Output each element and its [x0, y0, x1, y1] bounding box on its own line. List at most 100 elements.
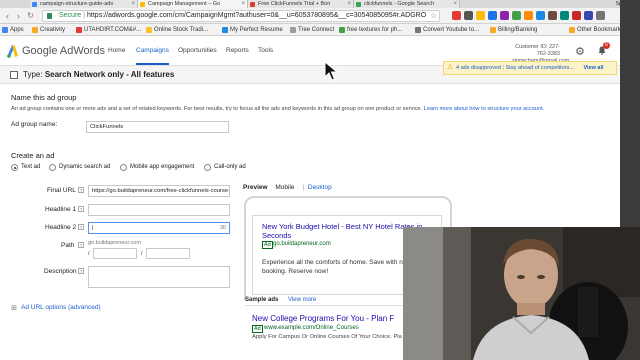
bookmark-star-icon[interactable]: ☆ — [430, 11, 437, 20]
bookmark-apps[interactable]: Apps — [2, 24, 24, 36]
type-collapse-icon[interactable] — [10, 71, 18, 79]
extension-icon[interactable] — [488, 11, 497, 20]
adwords-logo-icon[interactable] — [6, 44, 19, 58]
preview-label: Preview — [243, 184, 268, 191]
bookmark-label: Other Bookmarks — [577, 27, 624, 33]
bookmark-item[interactable]: free textures for ph... — [339, 24, 402, 36]
bookmark-item[interactable]: Other Bookmarks — [569, 24, 624, 36]
extension-icon[interactable] — [584, 11, 593, 20]
radio-mobile-app-engagement[interactable] — [120, 164, 127, 171]
bookmark-label: Convert Youtube to... — [423, 27, 480, 33]
bookmark-item[interactable]: Billing/Banking — [490, 24, 537, 36]
radio-dynamic-search-ad[interactable] — [49, 164, 56, 171]
alert-link[interactable]: Stay ahead of competitors... — [505, 65, 573, 71]
bookmark-item[interactable]: Convert Youtube to... — [415, 24, 479, 36]
tab-favicon-icon — [140, 1, 145, 7]
final-url-input[interactable]: https://go.buildapreneur.com/free-clickf… — [88, 185, 230, 197]
help-icon[interactable]: ? — [78, 187, 84, 193]
tab-favicon-icon — [32, 1, 37, 7]
sample-ad-body: Apply For Campus Or Online Courses Of Yo… — [252, 334, 402, 340]
bookmark-favicon-icon — [415, 27, 421, 33]
alert-text[interactable]: 4 ads disapproved — [456, 65, 501, 71]
extension-icon[interactable] — [452, 11, 461, 20]
bookmark-item[interactable]: UTAHDIRT.COM&#... — [76, 24, 141, 36]
ad-group-name-input[interactable]: ClickFunnels — [86, 121, 229, 133]
browser-tab[interactable]: clickfunnels - Google Search × — [354, 0, 460, 8]
url-field[interactable]: Secure | https://adwords.google.com/cm/Cam… — [42, 10, 440, 22]
nav-reports[interactable]: Reports — [226, 47, 249, 54]
close-tab-icon[interactable]: × — [131, 0, 135, 8]
ad-headline-line: Seconds — [262, 231, 292, 240]
help-icon[interactable]: ? — [78, 242, 84, 248]
structure-account-link[interactable]: Learn more about how to structure your a… — [424, 106, 545, 112]
headline-2-input[interactable]: | 30 — [88, 222, 230, 234]
tab-desktop[interactable]: Desktop — [308, 184, 332, 191]
bookmark-item[interactable]: Online Stock Tradi... — [146, 24, 208, 36]
headline-1-input[interactable] — [88, 204, 230, 216]
path-2-input[interactable] — [146, 248, 190, 259]
browser-tab[interactable]: campaign-structure-guide-ads × — [30, 0, 138, 8]
bookmark-item[interactable]: My Perfect Resume — [222, 24, 283, 36]
radio-call-only-ad[interactable] — [204, 164, 211, 171]
bookmark-label: UTAHDIRT.COM&#... — [84, 27, 142, 33]
tab-separator: | — [302, 184, 305, 191]
webcam-person-image — [403, 227, 640, 360]
ad-url-options-link[interactable]: Ad URL options (advanced) — [21, 304, 101, 311]
bookmark-item[interactable]: Creativity — [32, 24, 65, 36]
reload-icon[interactable]: ↻ — [26, 11, 35, 21]
ad-group-description-text: An ad group contains one or more ads and… — [11, 106, 423, 112]
forward-arrow-icon[interactable]: › — [14, 11, 23, 21]
browser-tab[interactable]: Free ClickFunnels Trial + Bon × — [248, 0, 354, 8]
create-ad-section-title: Create an ad — [11, 151, 55, 160]
extension-icon[interactable] — [548, 11, 557, 20]
brand-name: Google AdWords — [22, 45, 105, 57]
preview-tabs: Preview Mobile | Desktop — [243, 184, 338, 191]
radio-text-ad[interactable] — [11, 164, 18, 171]
extension-icon[interactable] — [596, 11, 605, 20]
description-label: Description — [44, 268, 77, 275]
nav-tools[interactable]: Tools — [258, 47, 273, 54]
help-icon[interactable]: ? — [78, 206, 84, 212]
tab-mobile[interactable]: Mobile — [275, 184, 294, 191]
path-1-input[interactable] — [93, 248, 137, 259]
lock-icon — [47, 13, 52, 19]
extension-icon[interactable] — [464, 11, 473, 20]
extension-icon[interactable] — [536, 11, 545, 20]
nav-opportunities[interactable]: Opportunities — [178, 47, 217, 54]
extension-icon[interactable] — [476, 11, 485, 20]
extension-icon[interactable] — [560, 11, 569, 20]
tab-title: Free ClickFunnels Trial + Bon — [258, 1, 331, 7]
view-all-link[interactable]: View all — [583, 65, 603, 71]
nav-home[interactable]: Home — [108, 47, 125, 54]
radio-label: Dynamic search ad — [59, 164, 111, 170]
campaign-type-text: Type: Search Network only - All features — [23, 70, 174, 79]
bookmark-label: Tree Connect — [298, 27, 335, 33]
extension-icon[interactable] — [512, 11, 521, 20]
view-more-link[interactable]: View more — [288, 297, 316, 303]
description-input[interactable] — [88, 266, 230, 288]
notification-count-badge: 6 — [603, 42, 610, 49]
help-icon[interactable]: ? — [78, 224, 84, 230]
nav-campaigns[interactable]: Campaigns — [136, 47, 169, 65]
ad-preview-url: go.buildapreneur.com — [273, 241, 331, 247]
browser-tab-active[interactable]: Campaign Management – Go × — [138, 0, 248, 8]
close-tab-icon[interactable]: × — [453, 0, 457, 8]
extension-icon[interactable] — [572, 11, 581, 20]
bookmark-item[interactable]: Tree Connect — [290, 24, 334, 36]
radio-label: Call-only ad — [214, 164, 246, 170]
ad-badge: Ad — [262, 241, 273, 249]
sample-ad-url: www.example.com/Online_Courses — [264, 325, 359, 331]
gear-icon[interactable]: ⚙ — [575, 45, 585, 58]
back-arrow-icon[interactable]: ‹ — [3, 11, 12, 21]
apps-grid-icon — [2, 27, 8, 33]
bookmark-favicon-icon — [339, 27, 345, 33]
sample-ads-header: Sample ads View more — [245, 297, 316, 303]
help-icon[interactable]: ? — [78, 268, 84, 274]
close-tab-icon[interactable]: × — [347, 0, 351, 8]
close-tab-icon[interactable]: × — [241, 0, 245, 8]
sample-ad-headline[interactable]: New College Programs For You - Plan F — [252, 314, 394, 323]
extension-icon[interactable] — [500, 11, 509, 20]
extension-icon[interactable] — [524, 11, 533, 20]
disapproved-ads-alert: ⚠ 4 ads disapproved | Stay ahead of comp… — [443, 61, 617, 75]
expand-toggle-icon[interactable]: ⊞ — [11, 304, 17, 312]
